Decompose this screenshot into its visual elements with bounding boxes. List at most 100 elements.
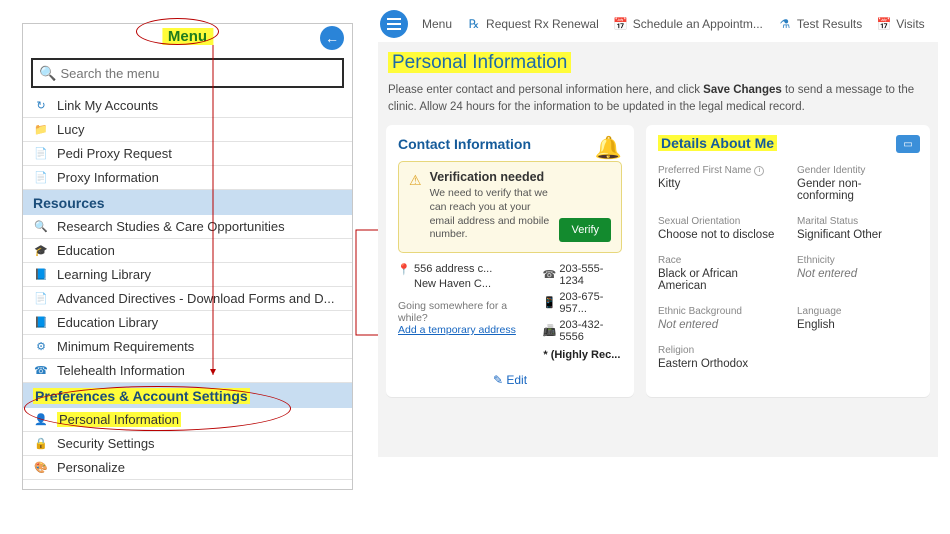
- menu-title: Menu: [162, 28, 213, 45]
- race-label: Race: [658, 255, 779, 266]
- menu-item-label: Lucy: [57, 122, 84, 137]
- pencil-icon: ✎: [493, 373, 503, 387]
- field-religion: Religion Eastern Orthodox: [658, 345, 779, 370]
- verify-box: ⚠ Verification needed We need to verify …: [398, 161, 622, 253]
- eth-val: Not entered: [797, 268, 918, 280]
- topbar: Menu ℞ Request Rx Renewal 📅Schedule an Ap…: [378, 0, 938, 42]
- relig-val: Eastern Orthodox: [658, 358, 779, 370]
- details-heading: Details About Me: [658, 135, 918, 159]
- menu-item-icon: 👤: [33, 412, 49, 428]
- menu-item-icon: ↻: [33, 98, 49, 114]
- info-icon[interactable]: i: [754, 166, 764, 176]
- menu-item[interactable]: 🔍 Research Studies & Care Opportunities: [23, 215, 352, 239]
- menu-item-icon: 🔒: [33, 436, 49, 452]
- race-val: Black or African American: [658, 268, 779, 292]
- rx-icon: ℞: [466, 16, 482, 32]
- content-columns: Contact Information 🔔 ⚠ Verification nee…: [386, 125, 930, 397]
- menu-item-label: Minimum Requirements: [57, 339, 194, 354]
- menu-item-label: Research Studies & Care Opportunities: [57, 219, 285, 234]
- phone1: 203-555-1234: [559, 263, 622, 287]
- edit-button[interactable]: ✎ Edit: [398, 373, 622, 387]
- menu-item-icon: 📘: [33, 267, 49, 283]
- mobile-icon: 📱: [543, 296, 555, 309]
- field-gender: Gender Identity Gender non-conforming: [797, 165, 918, 202]
- menu-item-label: Education: [57, 243, 115, 258]
- search-box[interactable]: 🔍: [31, 58, 344, 88]
- menu-item[interactable]: 📁 Lucy: [23, 118, 352, 142]
- page-body: Personal Information Please enter contac…: [378, 42, 938, 457]
- menu-item-label: Education Library: [57, 315, 158, 330]
- menu-item[interactable]: 🎨Personalize: [23, 456, 352, 480]
- menu-item-icon: 📁: [33, 122, 49, 138]
- topbar-menu[interactable]: Menu: [422, 17, 452, 31]
- intro-bold: Save Changes: [703, 84, 782, 96]
- id-card-icon[interactable]: ▭: [896, 135, 920, 153]
- warning-icon: ⚠: [409, 172, 422, 242]
- menu-item[interactable]: 🎓Education: [23, 239, 352, 263]
- verify-button[interactable]: Verify: [559, 218, 611, 242]
- flask-icon: ⚗: [777, 16, 793, 32]
- menu-item-label: Security Settings: [57, 436, 155, 451]
- fax-icon: 📠: [543, 324, 555, 337]
- details-grid: Preferred First Namei Kitty Gender Ident…: [658, 165, 918, 370]
- menu-item-label: Link My Accounts: [57, 98, 158, 113]
- menu-item-label: Advanced Directives - Download Forms and…: [57, 291, 334, 306]
- lang-label: Language: [797, 306, 918, 317]
- topbar-visits[interactable]: 📅 Visits: [876, 16, 924, 32]
- menu-item-icon: ⚙: [33, 339, 49, 355]
- menu-item-icon: 📄: [33, 146, 49, 162]
- back-button[interactable]: ←: [320, 26, 344, 50]
- menu-item-icon: 🔍: [33, 219, 49, 235]
- topbar-appointment[interactable]: 📅Schedule an Appointm...: [613, 16, 763, 32]
- details-card: ▭ Details About Me Preferred First Namei…: [646, 125, 930, 397]
- arrow-left-icon: ←: [325, 30, 339, 46]
- contact-card: Contact Information 🔔 ⚠ Verification nee…: [386, 125, 634, 397]
- menu-item-label: Learning Library: [57, 267, 151, 282]
- pref-name-label: Preferred First Name: [658, 165, 751, 176]
- address-column: 📍556 address c...New Haven C... Going so…: [398, 263, 525, 361]
- calendar2-icon: 📅: [876, 16, 892, 32]
- field-pref-name: Preferred First Namei Kitty: [658, 165, 779, 202]
- menu-item[interactable]: 🔒 Security Settings: [23, 432, 352, 456]
- hamburger-button[interactable]: [380, 10, 408, 38]
- menu-item[interactable]: 📄Proxy Information: [23, 166, 352, 190]
- menu-item[interactable]: 📄 Advanced Directives - Download Forms an…: [23, 287, 352, 311]
- menu-item[interactable]: ⚙ Minimum Requirements: [23, 335, 352, 359]
- lang-val: English: [797, 319, 918, 331]
- menu-section-label: Resources: [33, 195, 105, 211]
- topbar-visits-label: Visits: [896, 17, 924, 31]
- menu-item-label: Personal Information: [57, 412, 181, 427]
- menu-item[interactable]: ☎Telehealth Information: [23, 359, 352, 383]
- add-temp-address-link[interactable]: Add a temporary address: [398, 324, 525, 336]
- menu-item[interactable]: ↻ Link My Accounts: [23, 94, 352, 118]
- menu-section-label: Preferences & Account Settings: [33, 388, 250, 404]
- menu-item[interactable]: 📄Pedi Proxy Request: [23, 142, 352, 166]
- pref-name-val: Kitty: [658, 178, 779, 190]
- bell-icon: 🔔: [595, 135, 622, 161]
- topbar-results[interactable]: ⚗Test Results: [777, 16, 862, 32]
- field-race: Race Black or African American: [658, 255, 779, 292]
- menu-item[interactable]: 👤 Personal Information: [23, 408, 352, 432]
- orient-val: Choose not to disclose: [658, 229, 779, 241]
- marital-val: Significant Other: [797, 229, 918, 241]
- menu-item[interactable]: 📘 Education Library: [23, 311, 352, 335]
- menu-item-icon: ☎: [33, 363, 49, 379]
- topbar-rx[interactable]: ℞ Request Rx Renewal: [466, 16, 599, 32]
- topbar-rx-label: Request Rx Renewal: [486, 17, 599, 31]
- menu-list: ↻ Link My Accounts 📁 Lucy 📄Pedi Proxy Reques…: [23, 94, 352, 480]
- ethbg-label: Ethnic Background: [658, 306, 779, 317]
- menu-item-icon: 🎨: [33, 460, 49, 476]
- page-title-text: Personal Information: [388, 52, 571, 73]
- search-input[interactable]: [60, 66, 336, 81]
- relig-label: Religion: [658, 345, 779, 356]
- highly-rec: * (Highly Rec...: [543, 349, 622, 361]
- page-intro: Please enter contact and personal inform…: [386, 78, 930, 125]
- edit-label: Edit: [506, 373, 527, 387]
- gender-val: Gender non-conforming: [797, 178, 918, 202]
- phone-column: ☎203-555-1234 📱203-675-957... 📠203-432-5…: [543, 263, 622, 361]
- menu-item-icon: 📘: [33, 315, 49, 331]
- menu-item-label: Proxy Information: [57, 170, 159, 185]
- menu-header: Menu ←: [23, 24, 352, 54]
- menu-item-icon: 📄: [33, 291, 49, 307]
- menu-item[interactable]: 📘 Learning Library: [23, 263, 352, 287]
